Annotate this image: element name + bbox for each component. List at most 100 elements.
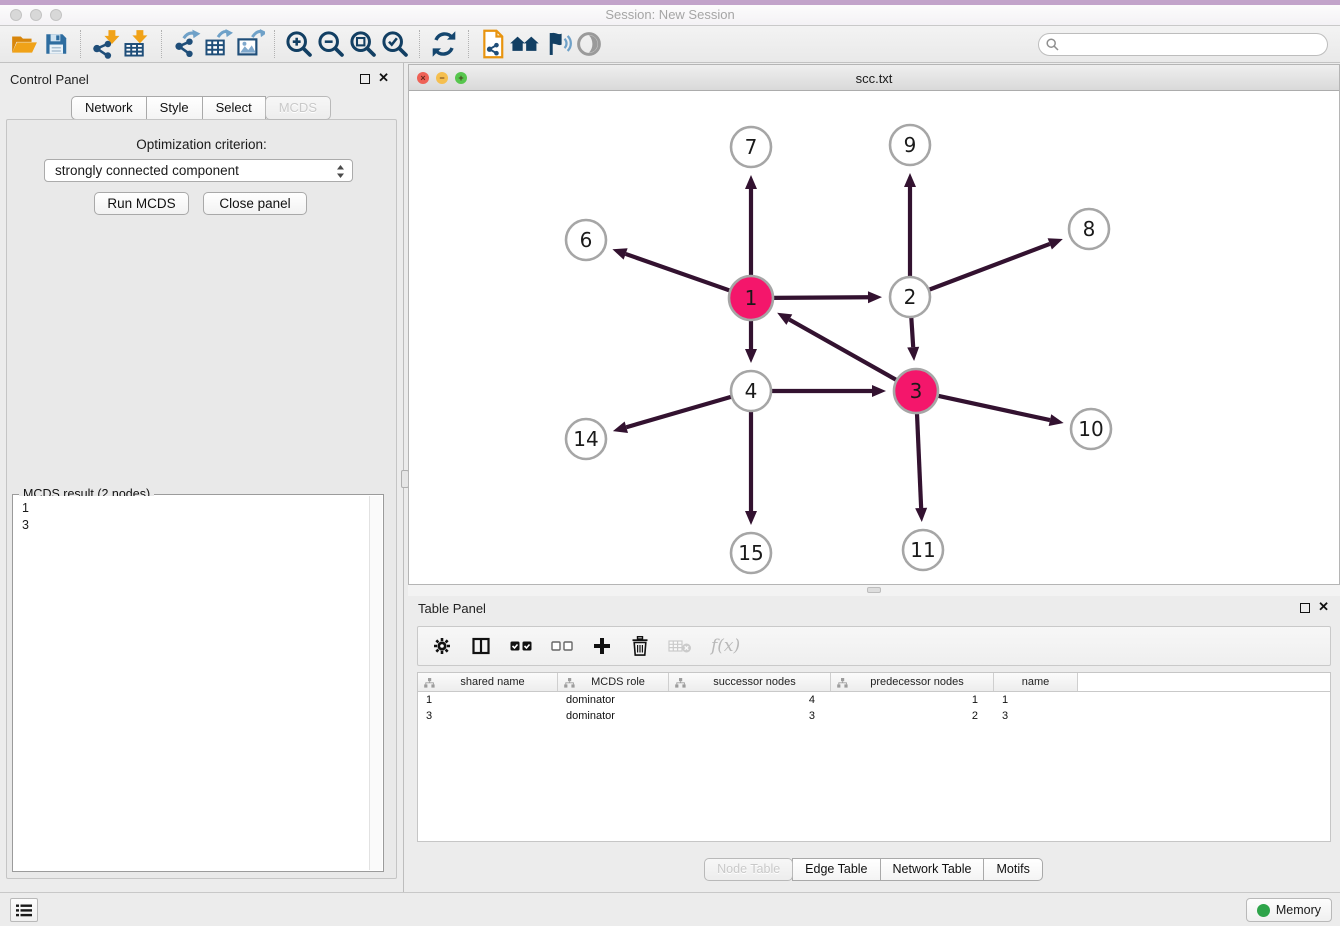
zoom-out-icon[interactable] <box>315 28 347 60</box>
tab-motifs[interactable]: Motifs <box>983 858 1042 881</box>
toolbar-separator <box>468 30 469 58</box>
node-table-body: 1dominator4113dominator323 <box>418 692 1330 724</box>
export-table-icon[interactable] <box>202 28 234 60</box>
graph-edge-3-1[interactable] <box>777 313 897 380</box>
tab-select[interactable]: Select <box>202 96 266 120</box>
horizontal-splitter-grip[interactable] <box>867 587 881 593</box>
svg-text:10: 10 <box>1078 417 1103 441</box>
split-panel-icon[interactable] <box>471 636 491 656</box>
delete-columns-icon[interactable] <box>631 636 649 656</box>
graph-node-14[interactable]: 14 <box>566 419 606 459</box>
graph-edge-2-8[interactable] <box>929 238 1063 290</box>
show-all-columns-icon[interactable] <box>510 639 532 653</box>
tab-edge-table[interactable]: Edge Table <box>792 858 880 881</box>
new-network-from-selection-icon[interactable] <box>477 28 509 60</box>
network-canvas[interactable]: 7 9 6 8 1 2 4 3 14 10 15 11 <box>409 91 1339 584</box>
graph-edge-4-14[interactable] <box>613 397 732 433</box>
search-input[interactable] <box>1038 33 1328 56</box>
svg-text:7: 7 <box>745 135 758 159</box>
column-header-shared-name[interactable]: shared name <box>418 673 558 691</box>
svg-text:3: 3 <box>910 379 923 403</box>
column-header-mcds-role[interactable]: MCDS role <box>558 673 669 691</box>
graph-node-10[interactable]: 10 <box>1071 409 1111 449</box>
float-table-panel-icon[interactable] <box>1300 603 1310 613</box>
graph-edge-1-4[interactable] <box>745 320 757 363</box>
graph-edge-4-15[interactable] <box>745 411 757 525</box>
open-session-icon[interactable] <box>8 28 40 60</box>
graph-node-9[interactable]: 9 <box>890 125 930 165</box>
close-panel-button[interactable]: Close panel <box>203 192 307 215</box>
graph-edge-1-6[interactable] <box>612 248 730 290</box>
hide-all-columns-icon[interactable] <box>551 639 573 653</box>
close-table-panel-icon[interactable]: ✕ <box>1318 600 1329 614</box>
graph-edge-1-2[interactable] <box>773 291 882 303</box>
graph-node-3[interactable]: 3 <box>894 369 938 413</box>
graph-edge-3-11[interactable] <box>915 413 927 522</box>
graph-node-1[interactable]: 1 <box>729 276 773 320</box>
svg-text:8: 8 <box>1083 217 1096 241</box>
run-mcds-button[interactable]: Run MCDS <box>94 192 189 215</box>
mcds-result-list[interactable]: 13 <box>14 496 369 870</box>
graph-node-11[interactable]: 11 <box>903 530 943 570</box>
float-panel-icon[interactable] <box>360 74 370 84</box>
column-settings-icon[interactable] <box>432 636 452 656</box>
graph-node-6[interactable]: 6 <box>566 220 606 260</box>
graph-edge-3-10[interactable] <box>937 396 1063 426</box>
toolbar-separator <box>161 30 162 58</box>
graph-edge-2-3[interactable] <box>907 317 919 361</box>
graph-edge-1-7[interactable] <box>745 175 757 276</box>
tab-network[interactable]: Network <box>71 96 147 120</box>
cell-predecessor-nodes: 2 <box>831 710 994 722</box>
table-row[interactable]: 1dominator411 <box>418 692 1330 708</box>
export-image-icon[interactable] <box>234 28 266 60</box>
horizontal-splitter[interactable] <box>408 585 1340 596</box>
show-hide-graphics-details-icon[interactable] <box>573 28 605 60</box>
tab-node-table[interactable]: Node Table <box>704 858 793 881</box>
node-table: shared nameMCDS rolesuccessor nodesprede… <box>417 672 1331 842</box>
annotations-icon[interactable] <box>541 28 573 60</box>
memory-button[interactable]: Memory <box>1246 898 1332 922</box>
graph-node-15[interactable]: 15 <box>731 533 771 573</box>
cell-successor-nodes: 3 <box>669 710 831 722</box>
column-header-name[interactable]: name <box>994 673 1078 691</box>
graph-edge-4-3[interactable] <box>771 385 886 397</box>
table-panel-tabs: Node TableEdge TableNetwork TableMotifs <box>408 858 1340 881</box>
titlebar-accent-strip <box>0 0 1340 5</box>
task-history-button[interactable] <box>10 898 38 922</box>
table-panel-title: Table Panel <box>418 601 486 616</box>
import-table-icon[interactable] <box>121 28 153 60</box>
column-header-predecessor-nodes[interactable]: predecessor nodes <box>831 673 994 691</box>
svg-text:2: 2 <box>904 285 917 309</box>
zoom-selected-region-icon[interactable] <box>379 28 411 60</box>
graph-edge-2-9[interactable] <box>904 173 916 277</box>
export-network-icon[interactable] <box>170 28 202 60</box>
zoom-fit-content-icon[interactable] <box>347 28 379 60</box>
cell-name: 1 <box>994 694 1078 706</box>
apply-preferred-layout-icon[interactable] <box>428 28 460 60</box>
svg-text:4: 4 <box>745 379 758 403</box>
tab-mcds[interactable]: MCDS <box>265 96 331 120</box>
column-header-successor-nodes[interactable]: successor nodes <box>669 673 831 691</box>
search-box <box>1038 33 1328 56</box>
svg-text:11: 11 <box>910 538 935 562</box>
table-toolbar: f(x) <box>417 626 1331 666</box>
close-panel-icon[interactable]: ✕ <box>378 71 389 85</box>
cell-mcds-role: dominator <box>558 710 669 722</box>
network-window-title: scc.txt <box>409 71 1339 86</box>
mcds-result-scrollbar[interactable] <box>369 496 382 870</box>
task-list-icon <box>16 904 32 917</box>
criterion-select[interactable]: strongly connected component <box>44 159 353 182</box>
tab-style[interactable]: Style <box>146 96 203 120</box>
graph-node-2[interactable]: 2 <box>890 277 930 317</box>
graph-node-7[interactable]: 7 <box>731 127 771 167</box>
zoom-in-icon[interactable] <box>283 28 315 60</box>
import-network-icon[interactable] <box>89 28 121 60</box>
graph-node-8[interactable]: 8 <box>1069 209 1109 249</box>
create-column-icon[interactable] <box>592 636 612 656</box>
table-row[interactable]: 3dominator323 <box>418 708 1330 724</box>
graph-node-4[interactable]: 4 <box>731 371 771 411</box>
first-neighbors-icon[interactable] <box>509 28 541 60</box>
save-session-icon[interactable] <box>40 28 72 60</box>
tab-network-table[interactable]: Network Table <box>880 858 985 881</box>
cell-mcds-role: dominator <box>558 694 669 706</box>
